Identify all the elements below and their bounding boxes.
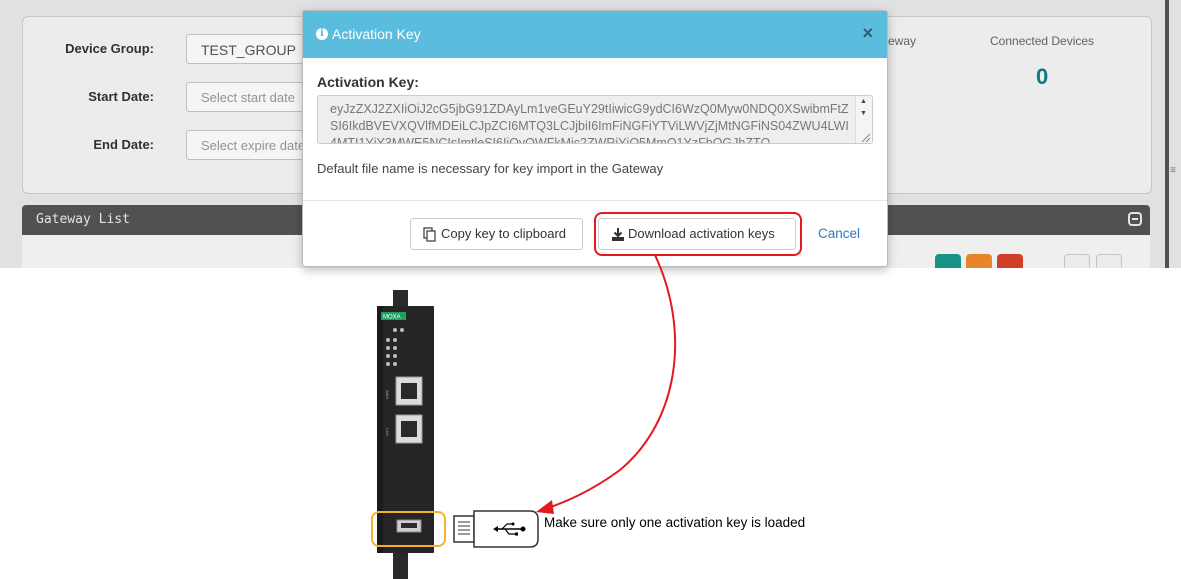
illustration: MOXA WAN LAN [371, 254, 677, 579]
usb-stick [453, 510, 539, 548]
arrow-icon [547, 254, 677, 509]
arrowhead-icon [536, 500, 554, 514]
device-brand-logo: MOXA [383, 315, 401, 321]
usb-instruction-caption: Make sure only one activation key is loa… [544, 515, 806, 530]
wan-port-label: WAN [385, 390, 390, 399]
lan-port-label: LAN [385, 428, 390, 436]
